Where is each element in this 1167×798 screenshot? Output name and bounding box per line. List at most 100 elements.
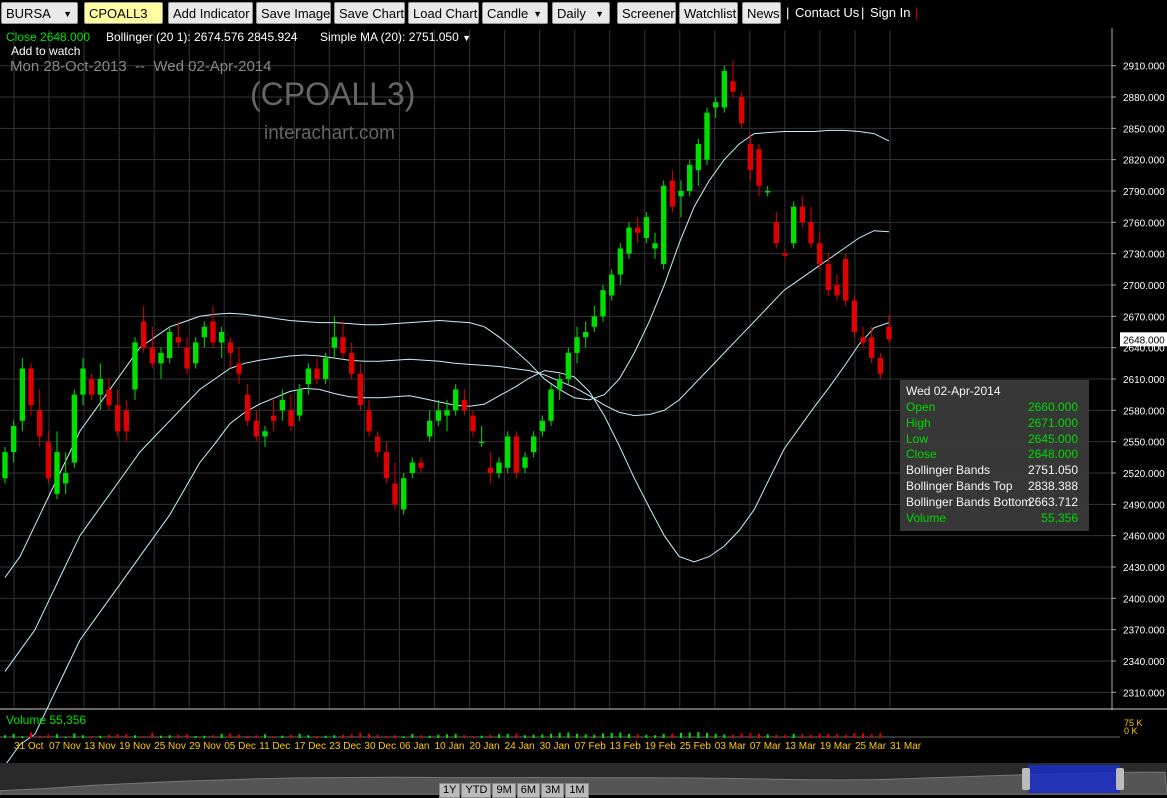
y-tick-label: 2550.000 [1123,438,1165,449]
interval-select[interactable]: Daily ▼ [552,2,610,24]
candle-body [790,206,797,244]
candle-body [409,462,416,473]
add-indicator-label: Add Indicator [173,6,250,21]
volume-bar [4,735,6,738]
chart-type-select[interactable]: Candle ▼ [482,2,548,24]
screener-button[interactable]: Screener [617,2,676,24]
news-button[interactable]: News [742,2,781,24]
tooltip-row: Bollinger Bands 2751.050 [906,463,1083,479]
candle-body [270,415,277,421]
candle-body [279,399,286,411]
volume-bar [862,733,864,738]
candle-body [478,441,485,444]
volume-bar [134,735,136,738]
volume-bar [394,735,396,738]
bollinger-legend[interactable]: Bollinger (20 1): 2674.576 2845.924 [106,30,297,44]
volume-bar [307,735,310,738]
candle-body [10,426,17,453]
volume-bar [792,733,795,738]
date-axis: 31 Oct 07 Nov 13 Nov 19 Nov 25 Nov 29 Nov 05 D… [14,741,922,752]
candle-body [461,399,468,411]
add-to-watch-link[interactable]: Add to watch [11,44,80,58]
x-tick-label: 13 Nov [84,741,116,752]
candle-body [435,410,442,421]
volume-bar [30,732,32,738]
sign-in-link[interactable]: Sign In [870,5,910,20]
volume-bar [298,733,301,738]
range-button-1y[interactable]: 1Y [439,783,461,798]
candle-body [496,462,502,473]
candle-body [704,112,710,160]
tooltip-row: Open 2660.000 [906,400,1083,416]
volume-bar [853,732,856,738]
volume-bars [0,708,1167,738]
volume-legend: Volume 55,356 [6,713,87,727]
candle-body [539,420,546,432]
x-tick-label: 25 Nov [154,741,186,752]
tooltip-value: 2663.712 [1027,494,1078,509]
candle-body [556,379,563,390]
candle-body [383,452,390,479]
volume-bar [688,732,691,738]
contact-us-link[interactable]: Contact Us [795,5,859,20]
volume-bar [498,734,500,738]
volume-bar [506,733,509,738]
candle-body [149,347,156,364]
range-button-ytd[interactable]: YTD [461,783,492,798]
candle-body [738,97,745,124]
divider: | [861,5,865,20]
tooltip-label: Bollinger Bands [906,463,991,478]
range-button-6m[interactable]: 6M [516,783,541,798]
volume-bar [82,735,84,738]
range-button-1m[interactable]: 1M [565,783,589,798]
tooltip-row: High 2671.000 [906,416,1083,432]
save-image-button[interactable]: Save Image [256,2,331,24]
x-tick-label: 24 Jan [505,741,535,752]
candle-body [643,217,650,238]
candle-body [140,321,147,348]
volume-bar [480,735,483,738]
candle-body [158,352,164,364]
candle-body [366,410,372,432]
watchlist-button[interactable]: Watchlist [679,2,738,24]
candle-body [54,452,60,494]
volume-bar [602,733,604,738]
range-button-3m[interactable]: 3M [541,783,565,798]
candle-body [842,258,849,301]
volume-bar [732,734,734,738]
symbol-input[interactable]: CPOALL3 [84,2,163,24]
volume-bar [90,736,93,738]
add-indicator-button[interactable]: Add Indicator [168,2,253,24]
volume-bar [758,733,760,738]
exchange-select[interactable]: BURSA ▼ [1,2,78,24]
volume-bar [775,734,778,738]
candle-body [522,457,528,468]
x-tick-label: 25 Mar [855,741,887,752]
candle-body [574,337,580,353]
volume-bar [619,732,622,738]
load-chart-button[interactable]: Load Chart [408,2,479,24]
volume-bar [186,734,188,738]
sma-legend[interactable]: Simple MA (20): 2751.050 ▼ [320,30,471,44]
candle-body [2,452,8,479]
volume-bar [818,733,821,738]
candle-body [62,473,69,484]
x-tick-label: 05 Dec [224,741,256,752]
candle-body [530,436,537,453]
volume-bar [428,735,431,738]
tooltip-value: 2648.000 [1027,447,1078,462]
candle-body [860,337,866,343]
y-tick-label: 2820.000 [1123,156,1165,167]
x-tick-label: 30 Jan [540,741,570,752]
candle-body [513,436,520,473]
y-tick-label: 2430.000 [1123,563,1165,574]
candle-body [470,415,476,432]
save-chart-label: Save Chart [339,6,405,21]
divider: | [915,5,919,20]
save-chart-button[interactable]: Save Chart [334,2,405,24]
candle-body [123,410,130,432]
range-button-9m[interactable]: 9M [492,783,516,798]
candle-body [686,164,693,191]
y-tick-label: 2730.000 [1123,250,1165,261]
volume-bar [264,734,266,738]
